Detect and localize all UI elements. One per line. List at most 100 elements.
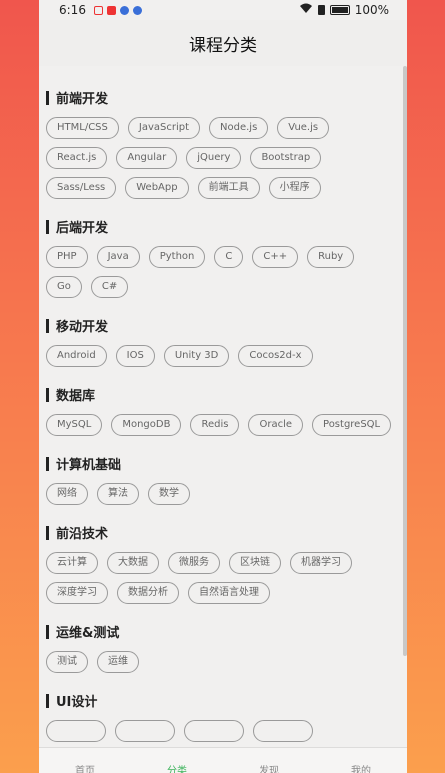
category-tag[interactable]: Cocos2d-x xyxy=(238,345,313,367)
category-section: UI设计 xyxy=(46,691,407,742)
category-tag[interactable]: 测试 xyxy=(46,651,88,673)
category-tag[interactable]: Vue.js xyxy=(277,117,330,139)
section-title-label: 数据库 xyxy=(56,389,96,404)
section-title: UI设计 xyxy=(46,691,407,710)
category-tag[interactable]: PHP xyxy=(46,246,88,268)
category-section: 数据库 MySQL MongoDB Redis Oracle PostgreSQL xyxy=(46,385,407,436)
section-marker xyxy=(46,219,49,234)
category-tag[interactable] xyxy=(115,720,175,742)
category-tag[interactable]: JavaScript xyxy=(127,117,201,139)
category-tag[interactable]: Angular xyxy=(116,147,178,169)
section-marker xyxy=(46,387,49,402)
category-tag[interactable] xyxy=(184,720,244,742)
category-tag[interactable]: Oracle xyxy=(248,414,304,436)
tag-list: Android IOS Unity 3D Cocos2d-x xyxy=(46,345,407,367)
category-section: 计算机基础网络 算法 数学 xyxy=(46,454,407,505)
tab-item[interactable]: 我的 xyxy=(351,765,371,773)
category-tag[interactable]: WebApp xyxy=(125,177,189,199)
sim-icon xyxy=(317,5,325,15)
tab-item[interactable]: 分类 xyxy=(167,765,187,773)
category-tag[interactable]: Android xyxy=(46,345,107,367)
section-marker xyxy=(46,624,49,639)
category-tag[interactable]: 机器学习 xyxy=(290,552,352,574)
category-tag[interactable]: 大数据 xyxy=(107,552,159,574)
tag-list xyxy=(46,720,407,742)
tag-list: 云计算 大数据 微服务 区块链 机器学习深度学习 数据分析 自然语言处理 xyxy=(46,552,407,604)
category-tag[interactable]: Ruby xyxy=(307,246,355,268)
category-tag[interactable]: 区块链 xyxy=(229,552,281,574)
section-marker xyxy=(46,456,49,471)
category-tag[interactable]: 运维 xyxy=(97,651,139,673)
category-tag[interactable]: Bootstrap xyxy=(250,147,322,169)
category-tag[interactable]: Redis xyxy=(190,414,240,436)
category-tag[interactable] xyxy=(46,720,106,742)
wifi-icon xyxy=(299,3,313,17)
category-tag[interactable]: IOS xyxy=(115,345,155,367)
section-title: 数据库 xyxy=(46,385,407,404)
section-title-label: 前端开发 xyxy=(56,92,109,107)
category-section: 前端开发 HTML/CSS JavaScript Node.js Vue.js React… xyxy=(46,88,407,199)
section-marker xyxy=(46,90,49,105)
section-title: 运维&测试 xyxy=(46,622,407,641)
section-title-label: 前沿技术 xyxy=(56,527,109,542)
category-tag[interactable]: 小程序 xyxy=(268,177,321,199)
app-notification-icon-2 xyxy=(119,5,129,15)
tag-list: HTML/CSS JavaScript Node.js Vue.js React.js A… xyxy=(46,117,407,199)
section-marker xyxy=(46,318,49,333)
tab-item[interactable]: 发现 xyxy=(259,765,279,773)
category-tag[interactable]: 自然语言处理 xyxy=(188,582,270,604)
battery-icon xyxy=(329,5,350,15)
phone-screen: 6:16 100% 课程分类 前端开发 HTML/CSS JavaScript Nod… xyxy=(39,0,407,773)
tab-item[interactable]: 首页 xyxy=(75,765,95,773)
section-title-label: 移动开发 xyxy=(56,320,109,335)
notification-icon xyxy=(93,5,103,15)
category-list[interactable]: 前端开发 HTML/CSS JavaScript Node.js Vue.js React… xyxy=(39,66,407,747)
category-tag[interactable]: Go xyxy=(46,276,82,298)
category-tag[interactable]: C xyxy=(214,246,244,268)
category-tag[interactable]: Node.js xyxy=(209,117,269,139)
tag-list: 测试 运维 xyxy=(46,651,407,673)
section-title: 前沿技术 xyxy=(46,523,407,542)
category-tag[interactable]: HTML/CSS xyxy=(46,117,119,139)
category-tag[interactable]: Unity 3D xyxy=(163,345,230,367)
category-tag[interactable] xyxy=(253,720,313,742)
category-tag[interactable]: Python xyxy=(148,246,206,268)
page-title: 课程分类 xyxy=(189,35,257,56)
scrollbar[interactable] xyxy=(403,66,407,656)
page-header: 课程分类 xyxy=(39,20,407,66)
category-tag[interactable]: Java xyxy=(96,246,140,268)
category-tag[interactable]: jQuery xyxy=(186,147,242,169)
category-tag[interactable]: 前端工具 xyxy=(197,177,260,199)
section-title: 后端开发 xyxy=(46,217,407,236)
category-tag[interactable]: 深度学习 xyxy=(46,582,108,604)
section-title: 前端开发 xyxy=(46,88,407,107)
category-tag[interactable]: 数据分析 xyxy=(117,582,179,604)
section-title-label: 后端开发 xyxy=(56,221,109,236)
category-tag[interactable]: MySQL xyxy=(46,414,103,436)
category-tag[interactable]: C++ xyxy=(252,246,299,268)
app-notification-icon xyxy=(106,5,116,15)
category-tag[interactable]: MongoDB xyxy=(111,414,182,436)
section-marker xyxy=(46,693,49,708)
category-section: 前沿技术云计算 大数据 微服务 区块链 机器学习深度学习 数据分析 自然语言处理 xyxy=(46,523,407,604)
category-tag[interactable]: 数学 xyxy=(148,483,190,505)
section-title-label: 运维&测试 xyxy=(56,626,120,641)
section-title-label: 计算机基础 xyxy=(56,458,122,473)
bottom-tab-bar: 首页 分类 发现 我的 xyxy=(39,747,407,773)
category-tag[interactable]: PostgreSQL xyxy=(312,414,392,436)
tag-list: PHP Java Python C C++ Ruby Go C# xyxy=(46,246,407,298)
status-time: 6:16 xyxy=(59,3,86,17)
category-tag[interactable]: Sass/Less xyxy=(46,177,117,199)
category-tag[interactable]: 算法 xyxy=(97,483,139,505)
category-tag[interactable]: 网络 xyxy=(46,483,88,505)
category-tag[interactable]: React.js xyxy=(46,147,108,169)
section-title-label: UI设计 xyxy=(56,695,98,710)
app-notification-icon-3 xyxy=(132,5,142,15)
battery-level: 100% xyxy=(354,3,389,17)
section-marker xyxy=(46,525,49,540)
category-section: 运维&测试测试 运维 xyxy=(46,622,407,673)
category-tag[interactable]: C# xyxy=(90,276,129,298)
category-tag[interactable]: 云计算 xyxy=(46,552,98,574)
category-tag[interactable]: 微服务 xyxy=(168,552,220,574)
category-section: 后端开发 PHP Java Python C C++ Ruby Go C# xyxy=(46,217,407,298)
